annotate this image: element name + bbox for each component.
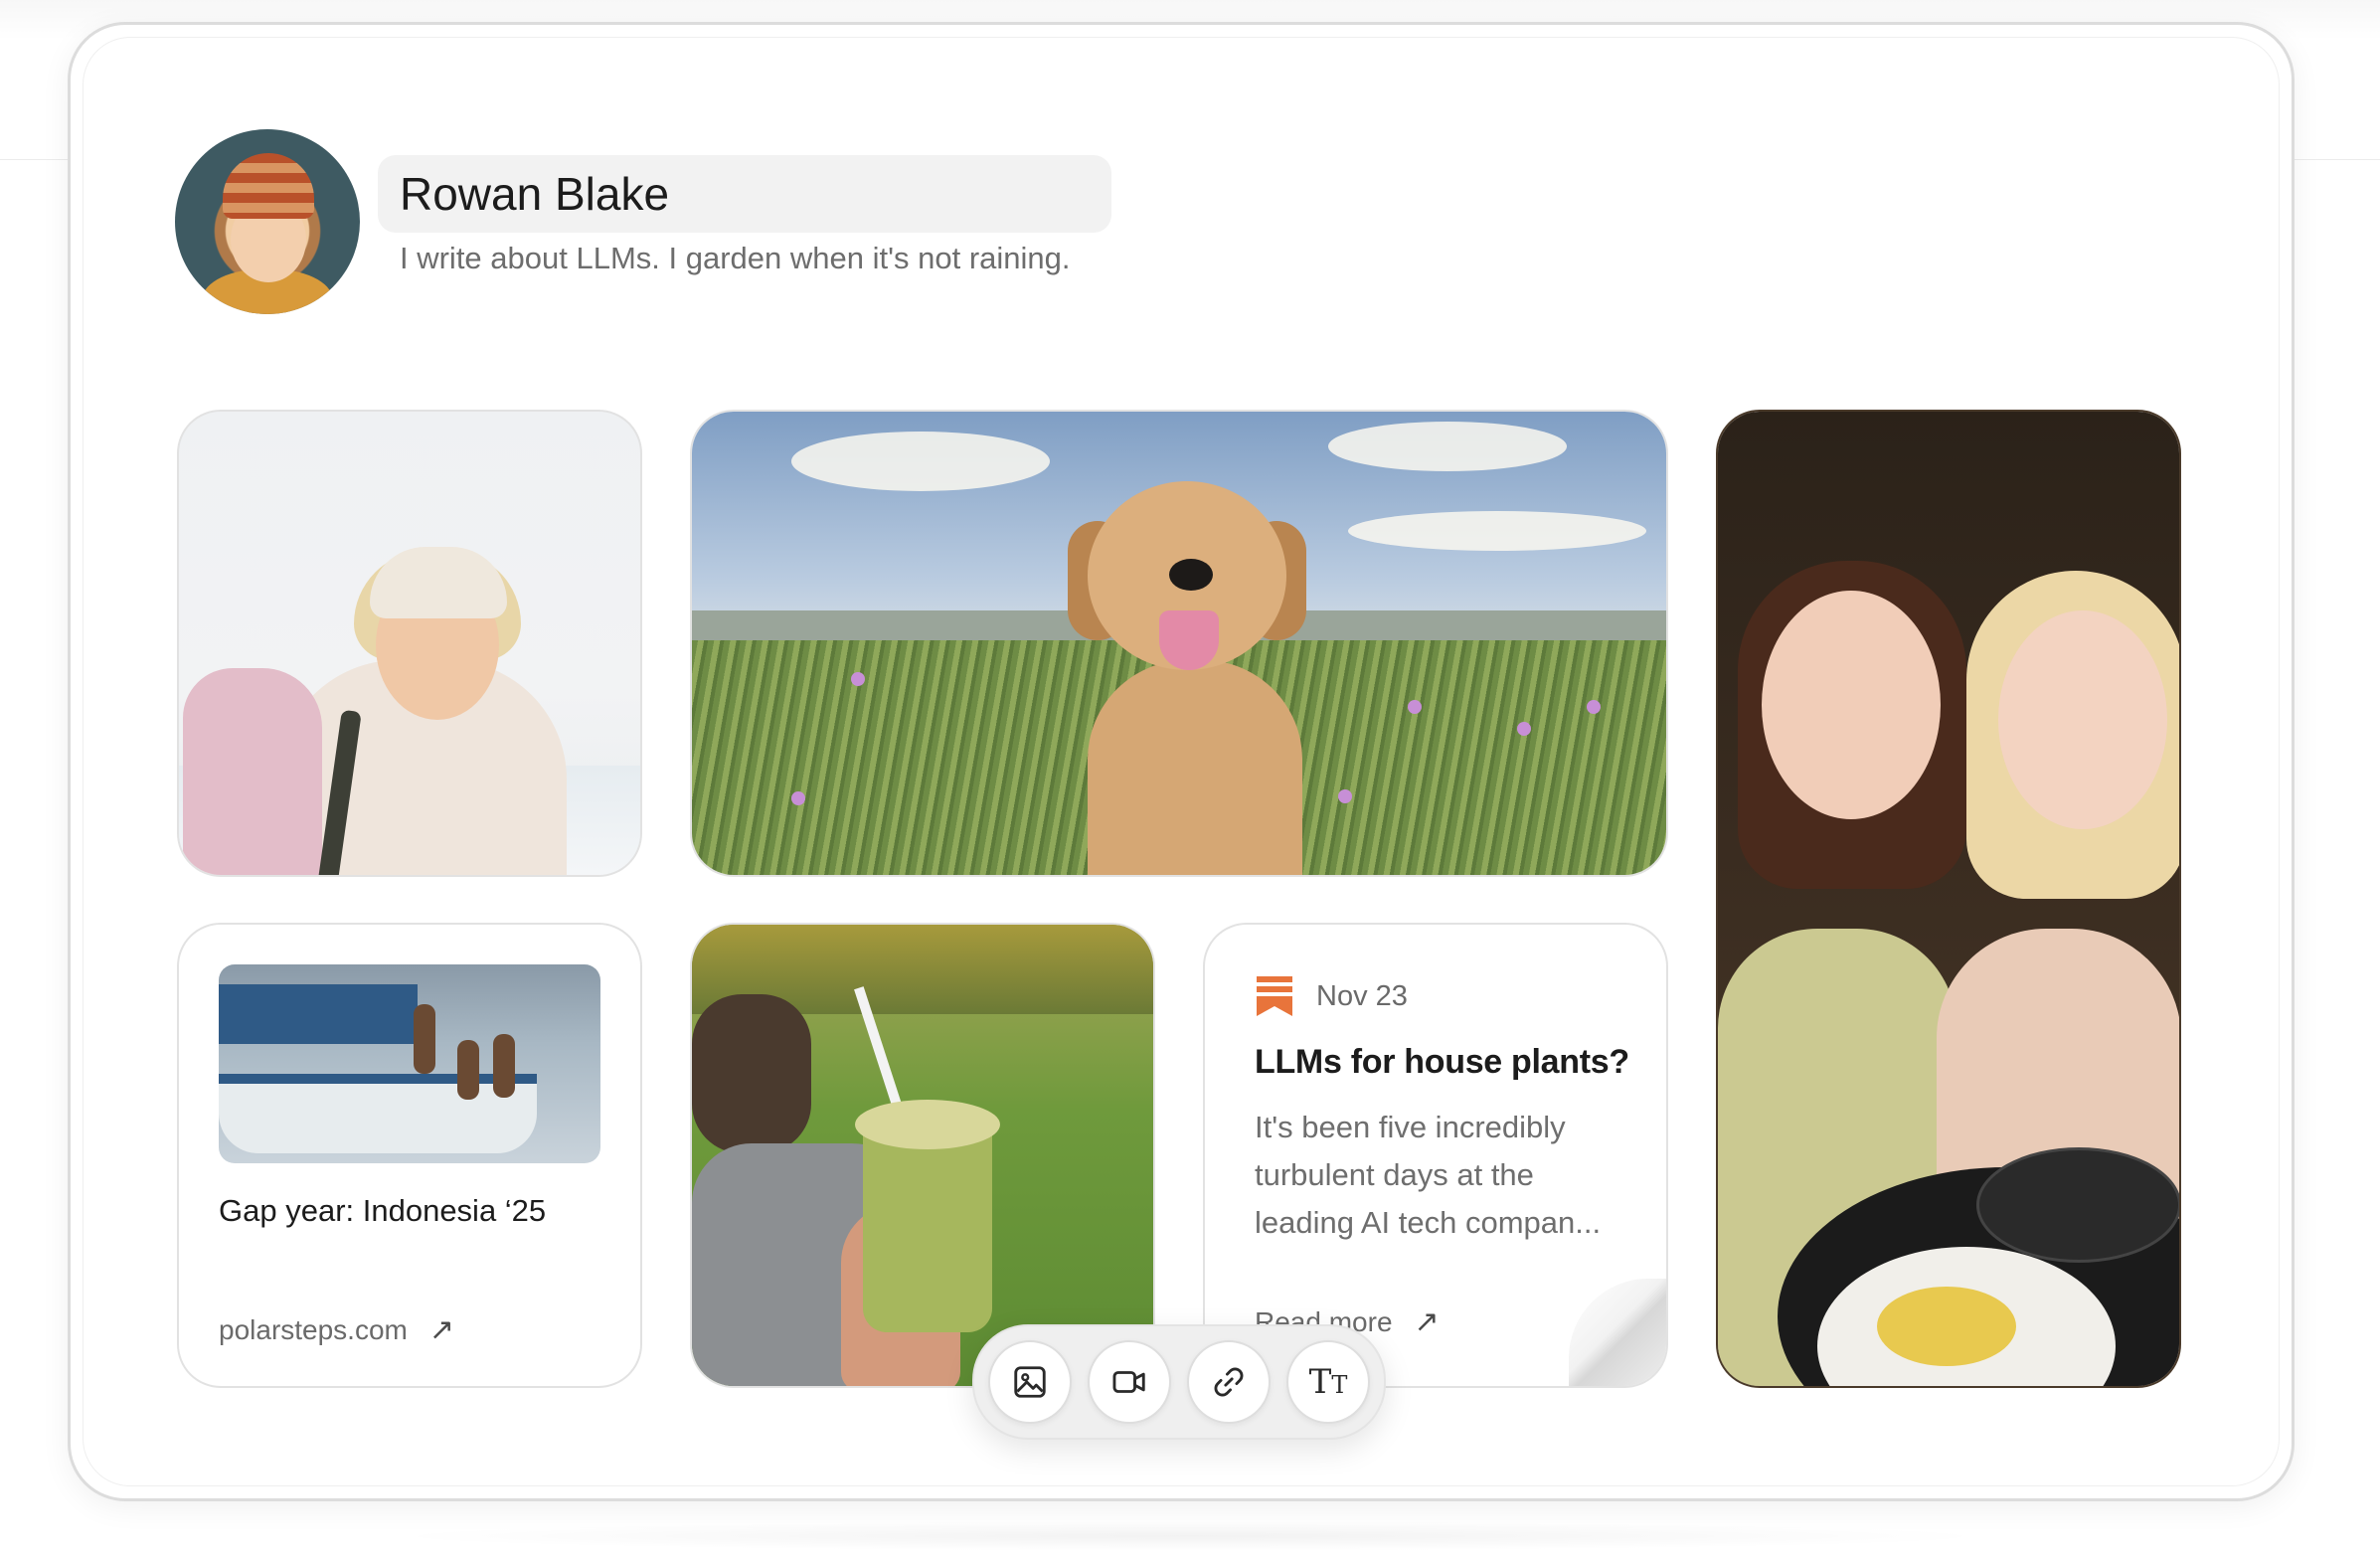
add-link-button[interactable] <box>1187 1340 1271 1424</box>
photo-card-friends[interactable] <box>1716 410 2181 1388</box>
post-title: LLMs for house plants? <box>1255 1043 1629 1081</box>
text-icon: TT <box>1308 1362 1348 1402</box>
link-domain-text: polarsteps.com <box>219 1314 408 1345</box>
dog-flower <box>851 672 865 686</box>
video-icon <box>1112 1371 1145 1393</box>
link-card-gap-year[interactable]: Gap year: Indonesia ‘25 polarsteps.com ↗ <box>177 923 642 1388</box>
plate <box>1976 1147 2179 1263</box>
dog-cloud <box>1328 422 1567 471</box>
link-title: Gap year: Indonesia ‘25 <box>219 1193 547 1228</box>
dog-nose <box>1169 559 1213 591</box>
dog-tongue <box>1159 610 1219 670</box>
frame-shadow <box>378 1521 2002 1551</box>
dog-flower <box>1338 789 1352 803</box>
hiker-backpack <box>183 668 322 875</box>
boat <box>219 1074 537 1153</box>
post-card[interactable]: Nov 23 LLMs for house plants? It's been … <box>1203 923 1668 1388</box>
add-video-button[interactable] <box>1088 1340 1171 1424</box>
avatar[interactable] <box>175 129 360 314</box>
link-domain[interactable]: polarsteps.com ↗ <box>219 1310 454 1350</box>
profile-bio[interactable]: I write about LLMs. I garden when it's n… <box>400 237 1071 280</box>
person <box>414 1004 435 1074</box>
dog-flower <box>791 791 805 805</box>
avatar-hat <box>223 153 314 219</box>
friend-right-face <box>1998 610 2167 829</box>
add-text-button[interactable]: TT <box>1286 1340 1370 1424</box>
link-thumbnail <box>219 964 600 1163</box>
hiker-beanie <box>370 547 507 618</box>
post-date: Nov 23 <box>1316 980 1408 1012</box>
link-icon <box>1214 1367 1244 1397</box>
arrow-up-right-icon: ↗ <box>1414 1305 1440 1338</box>
arrow-up-right-icon: ↗ <box>428 1313 455 1346</box>
page-curl <box>1569 1279 1666 1386</box>
post-excerpt: It's been five incredibly turbulent days… <box>1255 1110 1602 1240</box>
photo-card-hiker[interactable] <box>177 410 642 877</box>
person <box>493 1034 515 1098</box>
person <box>457 1040 479 1100</box>
boat <box>219 984 418 1044</box>
matcha-foam <box>855 1100 1000 1149</box>
dog-cloud <box>791 432 1050 491</box>
add-image-button[interactable] <box>988 1340 1072 1424</box>
person-sitting <box>692 994 811 1153</box>
image-icon <box>1014 1366 1046 1398</box>
dog-cloud <box>1348 511 1646 551</box>
dog-flower <box>1408 700 1422 714</box>
bookmark-icon <box>1257 976 1292 1016</box>
food <box>1877 1287 2016 1366</box>
dog-body <box>1088 660 1302 875</box>
add-content-toolbar: TT <box>972 1324 1386 1440</box>
photo-card-drink[interactable] <box>690 923 1155 1388</box>
dog-flower <box>1517 722 1531 736</box>
dog-flower <box>1587 700 1601 714</box>
photo-card-dog[interactable] <box>690 410 1668 877</box>
friend-left-face <box>1762 591 1941 819</box>
profile-name[interactable]: Rowan Blake <box>400 163 669 225</box>
